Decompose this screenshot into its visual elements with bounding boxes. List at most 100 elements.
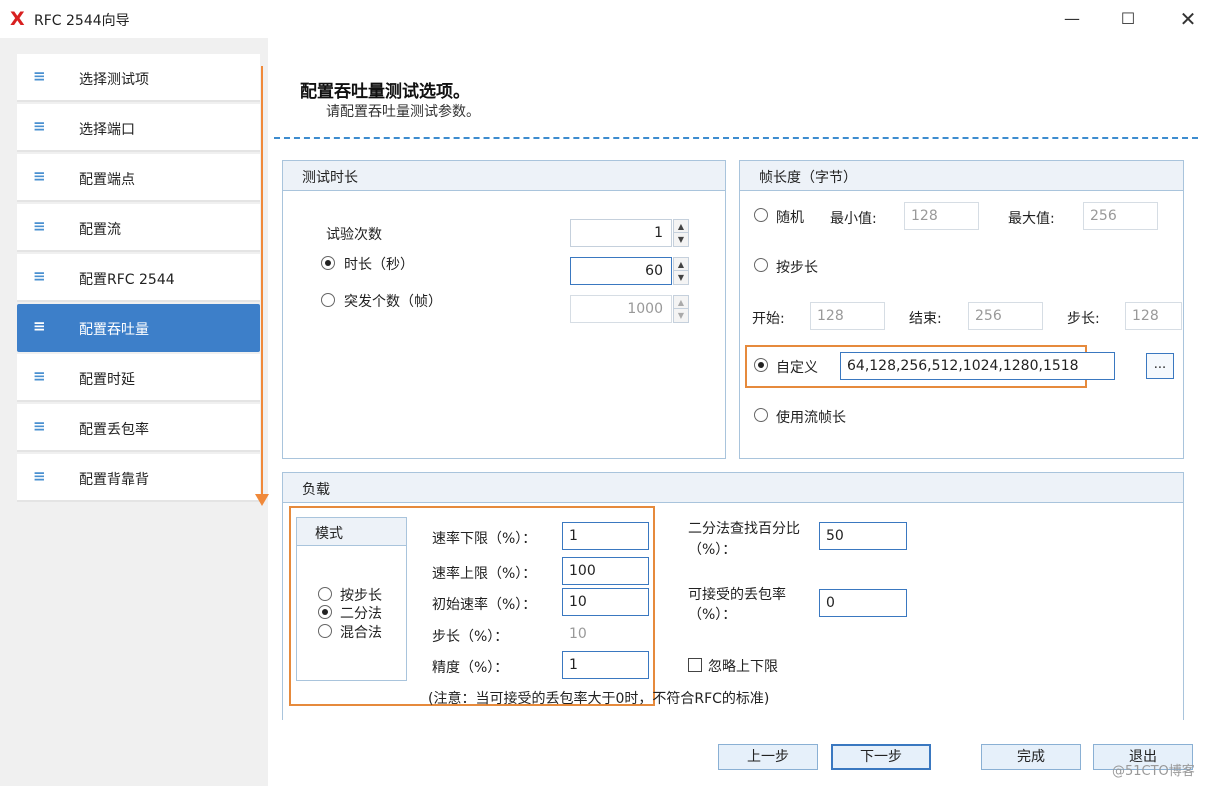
stepper-down-icon[interactable]: ▼ — [674, 271, 688, 284]
stepsize-label: 步长: — [1067, 311, 1100, 327]
binary-pct-label-unit: （%）： — [688, 542, 737, 558]
mode-header: 模式 — [297, 518, 406, 546]
custom-label: 自定义 — [776, 360, 818, 376]
sidebar-item-label: 配置时延 — [79, 372, 135, 388]
stepper-up-icon[interactable]: ▲ — [674, 296, 688, 309]
group-title: 帧长度（字节） — [759, 170, 857, 186]
sidebar-item-config-rfc2544[interactable]: ≡ 配置RFC 2544 — [17, 254, 260, 302]
window-title: RFC 2544向导 — [34, 13, 130, 29]
dashed-divider — [274, 137, 1198, 139]
rfc-note: (注意：当可接受的丢包率大于0时，不符合RFC的标准) — [428, 691, 770, 707]
step-pct-input[interactable]: 10 — [562, 620, 649, 648]
mode-mixed-radio[interactable] — [318, 624, 332, 638]
rate-max-input[interactable]: 100 — [562, 557, 649, 585]
min-label: 最小值: — [830, 211, 877, 227]
finish-button[interactable]: 完成 — [981, 744, 1081, 770]
burst-stepper[interactable]: ▲ ▼ — [673, 295, 689, 323]
sidebar-item-label: 配置RFC 2544 — [79, 272, 175, 288]
precision-label: 精度（%）： — [432, 660, 509, 676]
menu-icon: ≡ — [33, 267, 46, 285]
menu-icon: ≡ — [33, 217, 46, 235]
duration-radio[interactable] — [321, 256, 335, 270]
stepper-down-icon[interactable]: ▼ — [674, 233, 688, 246]
duration-stepper[interactable]: ▲ ▼ — [673, 257, 689, 285]
stepper-up-icon[interactable]: ▲ — [674, 258, 688, 271]
maximize-button[interactable]: ☐ — [1108, 4, 1148, 34]
trials-input[interactable]: 1 — [570, 219, 672, 247]
menu-icon: ≡ — [33, 67, 46, 85]
binary-pct-input[interactable]: 50 — [819, 522, 907, 550]
sidebar-item-select-tests[interactable]: ≡ 选择测试项 — [17, 54, 260, 102]
mode-title: 模式 — [315, 526, 343, 542]
sidebar-item-label: 选择端口 — [79, 122, 135, 138]
menu-icon: ≡ — [33, 117, 46, 135]
sidebar-item-config-loss[interactable]: ≡ 配置丢包率 — [17, 404, 260, 452]
sidebar-item-config-throughput[interactable]: ≡ 配置吞吐量 — [17, 304, 260, 352]
duration-input[interactable]: 60 — [570, 257, 672, 285]
custom-radio[interactable] — [754, 358, 768, 372]
trials-label: 试验次数 — [326, 227, 382, 243]
mode-step-radio[interactable] — [318, 587, 332, 601]
acceptable-loss-label-unit: （%）： — [688, 607, 737, 623]
title-bar: X RFC 2544向导 — ☐ ✕ — [0, 0, 1219, 38]
sidebar-item-label: 配置吞吐量 — [79, 322, 149, 338]
browse-button[interactable]: ... — [1146, 353, 1174, 379]
annotation-arrow-head-icon — [255, 494, 269, 506]
acceptable-loss-input[interactable]: 0 — [819, 589, 907, 617]
page-title: 配置吞吐量测试选项。 — [300, 82, 470, 102]
sidebar-item-config-back-to-back[interactable]: ≡ 配置背靠背 — [17, 454, 260, 502]
rate-min-input[interactable]: 1 — [562, 522, 649, 550]
burst-radio[interactable] — [321, 293, 335, 307]
rate-max-label: 速率上限（%）： — [432, 566, 537, 582]
next-button[interactable]: 下一步 — [831, 744, 931, 770]
sidebar-item-select-ports[interactable]: ≡ 选择端口 — [17, 104, 260, 152]
prev-button[interactable]: 上一步 — [718, 744, 818, 770]
mode-binary-label: 二分法 — [340, 606, 382, 622]
sidebar-item-label: 配置背靠背 — [79, 472, 149, 488]
end-label: 结束: — [909, 311, 942, 327]
use-stream-label: 使用流帧长 — [776, 410, 846, 426]
sidebar-item-label: 配置丢包率 — [79, 422, 149, 438]
stepper-up-icon[interactable]: ▲ — [674, 220, 688, 233]
page-subtitle: 请配置吞吐量测试参数。 — [326, 104, 480, 120]
step-label: 按步长 — [776, 260, 818, 276]
rate-init-input[interactable]: 10 — [562, 588, 649, 616]
menu-icon: ≡ — [33, 417, 46, 435]
mode-mixed-label: 混合法 — [340, 625, 382, 641]
group-title: 负载 — [302, 482, 330, 498]
sidebar-item-label: 配置端点 — [79, 172, 135, 188]
start-input[interactable]: 128 — [810, 302, 885, 330]
menu-icon: ≡ — [33, 167, 46, 185]
group-header: 帧长度（字节） — [740, 161, 1183, 191]
rate-min-label: 速率下限（%）： — [432, 531, 537, 547]
sidebar-item-config-latency[interactable]: ≡ 配置时延 — [17, 354, 260, 402]
minimize-button[interactable]: — — [1052, 4, 1092, 34]
menu-icon: ≡ — [33, 317, 46, 335]
random-label: 随机 — [776, 210, 804, 226]
sidebar-item-config-streams[interactable]: ≡ 配置流 — [17, 204, 260, 252]
mode-step-label: 按步长 — [340, 588, 382, 604]
stepsize-input[interactable]: 128 — [1125, 302, 1182, 330]
end-input[interactable]: 256 — [968, 302, 1043, 330]
close-button[interactable]: ✕ — [1168, 4, 1208, 34]
max-label: 最大值: — [1008, 211, 1055, 227]
app-logo: X — [10, 8, 25, 30]
stepper-down-icon[interactable]: ▼ — [674, 309, 688, 322]
step-radio[interactable] — [754, 258, 768, 272]
max-input[interactable]: 256 — [1083, 202, 1158, 230]
mode-binary-radio[interactable] — [318, 605, 332, 619]
burst-input[interactable]: 1000 — [570, 295, 672, 323]
group-header: 测试时长 — [283, 161, 725, 191]
use-stream-radio[interactable] — [754, 408, 768, 422]
annotation-arrow-line — [261, 66, 263, 496]
random-radio[interactable] — [754, 208, 768, 222]
ignore-limits-checkbox[interactable] — [688, 658, 702, 672]
sidebar-item-label: 选择测试项 — [79, 72, 149, 88]
start-label: 开始: — [752, 311, 785, 327]
min-input[interactable]: 128 — [904, 202, 979, 230]
precision-input[interactable]: 1 — [562, 651, 649, 679]
custom-lengths-input[interactable]: 64,128,256,512,1024,1280,1518 — [840, 352, 1115, 380]
rate-init-label: 初始速率（%）： — [432, 597, 537, 613]
trials-stepper[interactable]: ▲ ▼ — [673, 219, 689, 247]
sidebar-item-config-endpoints[interactable]: ≡ 配置端点 — [17, 154, 260, 202]
